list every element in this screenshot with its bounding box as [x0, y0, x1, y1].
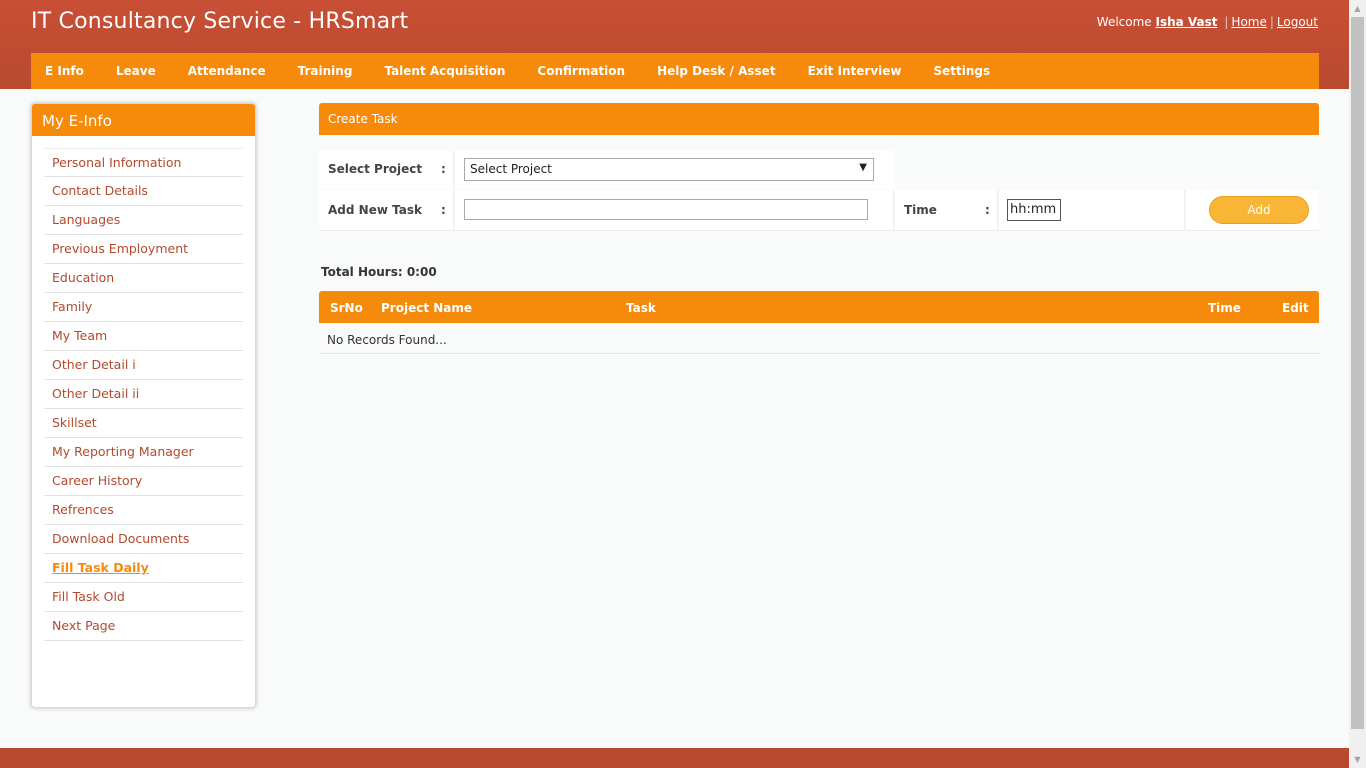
divider	[453, 151, 455, 189]
main-menu: E Info Leave Attendance Training Talent …	[31, 53, 1319, 89]
sidebar-item-languages[interactable]: Languages	[44, 206, 243, 235]
column-time: Time	[1208, 301, 1241, 315]
sidebar-item-previous-employment[interactable]: Previous Employment	[44, 235, 243, 264]
sidebar-item-my-reporting-manager[interactable]: My Reporting Manager	[44, 438, 243, 467]
page: IT Consultancy Service - HRSmart Welcome…	[0, 0, 1366, 768]
menu-item-exit-interview[interactable]: Exit Interview	[792, 64, 918, 78]
column-edit: Edit	[1282, 301, 1309, 315]
sidebar-item-refrences[interactable]: Refrences	[44, 496, 243, 525]
sidebar-item-career-history[interactable]: Career History	[44, 467, 243, 496]
vertical-scrollbar[interactable]: ▲ ▼	[1349, 0, 1366, 768]
separator: |	[1224, 15, 1229, 29]
sidebar-list: Personal Information Contact Details Lan…	[44, 148, 243, 641]
divider	[997, 190, 999, 230]
add-button[interactable]: Add	[1209, 196, 1309, 224]
menu-item-help-desk-asset[interactable]: Help Desk / Asset	[641, 64, 791, 78]
time-input[interactable]: hh:mm	[1007, 199, 1061, 221]
sidebar-item-download-documents[interactable]: Download Documents	[44, 525, 243, 554]
divider	[453, 190, 455, 230]
menu-item-talent-acquisition[interactable]: Talent Acquisition	[368, 64, 521, 78]
sidebar-item-my-team[interactable]: My Team	[44, 322, 243, 351]
app-header: IT Consultancy Service - HRSmart Welcome…	[0, 0, 1349, 89]
column-project-name: Project Name	[381, 301, 473, 315]
logout-link[interactable]: Logout	[1277, 15, 1318, 29]
sidebar-item-education[interactable]: Education	[44, 264, 243, 293]
total-hours: Total Hours: 0:00	[321, 265, 437, 279]
no-records-message: No Records Found...	[319, 323, 1319, 354]
select-project-dropdown[interactable]: Select Project ▼	[464, 158, 874, 181]
menu-item-leave[interactable]: Leave	[100, 64, 172, 78]
colon: :	[441, 203, 446, 217]
scroll-down-icon[interactable]: ▼	[1349, 751, 1366, 768]
menu-item-e-info[interactable]: E Info	[31, 64, 100, 78]
home-link[interactable]: Home	[1231, 15, 1266, 29]
column-task: Task	[626, 301, 656, 315]
divider	[893, 190, 895, 230]
scroll-thumb[interactable]	[1351, 17, 1364, 729]
sidebar-item-family[interactable]: Family	[44, 293, 243, 322]
sidebar-item-contact-details[interactable]: Contact Details	[44, 177, 243, 206]
menu-item-attendance[interactable]: Attendance	[172, 64, 282, 78]
sidebar-item-other-detail-ii[interactable]: Other Detail ii	[44, 380, 243, 409]
time-label: Time	[904, 203, 937, 217]
column-srno: SrNo	[330, 301, 363, 315]
colon: :	[441, 162, 446, 176]
create-task-header: Create Task	[319, 103, 1319, 135]
menu-item-training[interactable]: Training	[282, 64, 369, 78]
sidebar-item-fill-task-daily[interactable]: Fill Task Daily	[44, 554, 243, 583]
add-task-input[interactable]	[464, 199, 868, 220]
select-project-label: Select Project	[328, 162, 423, 176]
separator: |	[1269, 15, 1274, 29]
task-table-header: SrNo Project Name Task Time Edit	[319, 291, 1319, 323]
sidebar-title: My E-Info	[32, 104, 255, 136]
add-task-label: Add New Task	[328, 203, 422, 217]
footer	[0, 748, 1349, 768]
welcome-text: Welcome	[1096, 15, 1152, 29]
user-name[interactable]: Isha Vast	[1156, 15, 1218, 29]
chevron-down-icon: ▼	[859, 162, 867, 173]
sidebar-item-next-page[interactable]: Next Page	[44, 612, 243, 641]
welcome-bar: Welcome Isha Vast | Home | Logout	[1097, 15, 1318, 29]
menu-item-confirmation[interactable]: Confirmation	[521, 64, 641, 78]
colon: :	[985, 203, 990, 217]
sidebar-item-other-detail-i[interactable]: Other Detail i	[44, 351, 243, 380]
sidebar-item-personal-information[interactable]: Personal Information	[44, 148, 243, 177]
sidebar-item-skillset[interactable]: Skillset	[44, 409, 243, 438]
select-project-value: Select Project	[470, 162, 552, 176]
app-title: IT Consultancy Service - HRSmart	[31, 9, 409, 34]
menu-item-settings[interactable]: Settings	[918, 64, 1007, 78]
sidebar-item-fill-task-old[interactable]: Fill Task Old	[44, 583, 243, 612]
divider	[1184, 190, 1186, 230]
sidebar: My E-Info Personal Information Contact D…	[31, 103, 256, 708]
scroll-up-icon[interactable]: ▲	[1349, 0, 1366, 17]
